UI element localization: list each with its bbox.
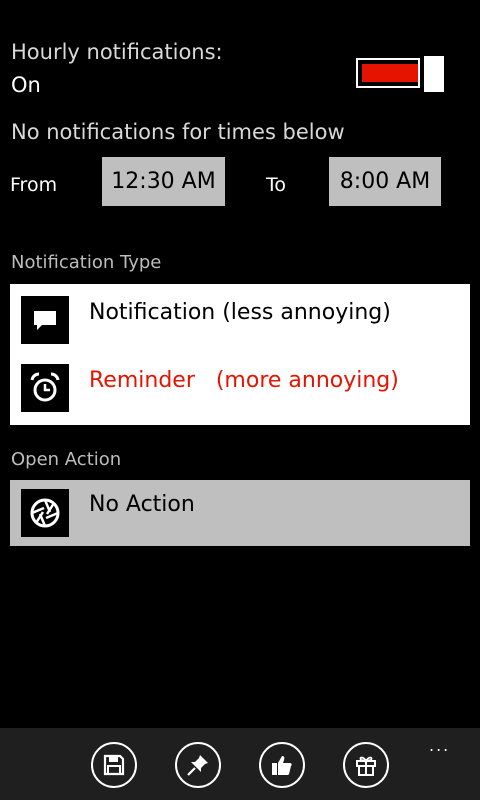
reminder-option-label: Reminder (more annoying) [89,368,399,393]
to-time-picker[interactable]: 8:00 AM [329,157,441,206]
from-time-picker[interactable]: 12:30 AM [102,157,225,206]
speech-bubble-icon [21,296,69,344]
toggle-fill [362,64,418,82]
to-label: To [266,174,287,196]
pin-button[interactable] [175,742,221,788]
hourly-notifications-label: Hourly notifications: [11,40,223,64]
notification-option[interactable]: Notification (less annoying) [10,284,470,354]
from-label: From [10,174,58,196]
thumbs-up-icon [272,756,292,775]
open-action-title: Open Action [11,449,122,470]
app-bar: ... [0,728,480,800]
aperture-icon [21,489,69,537]
hourly-notifications-state: On [11,73,41,97]
open-action-selector[interactable]: No Action [10,480,470,546]
more-options-button[interactable]: ... [429,736,450,755]
notification-type-list: Notification (less annoying) Reminder (m… [10,284,470,425]
gift-button[interactable] [343,742,389,788]
reminder-option[interactable]: Reminder (more annoying) [10,354,470,425]
notification-option-label: Notification (less annoying) [89,300,391,325]
quiet-hours-label: No notifications for times below [11,120,345,144]
pin-icon [187,755,208,776]
gift-icon [356,756,376,776]
alarm-clock-icon [21,364,69,412]
save-button[interactable] [91,742,137,788]
notification-type-title: Notification Type [11,252,162,273]
hourly-notifications-toggle[interactable] [356,56,444,92]
like-button[interactable] [259,742,305,788]
toggle-thumb[interactable] [424,56,444,92]
save-icon [103,754,125,776]
open-action-label: No Action [89,492,195,517]
